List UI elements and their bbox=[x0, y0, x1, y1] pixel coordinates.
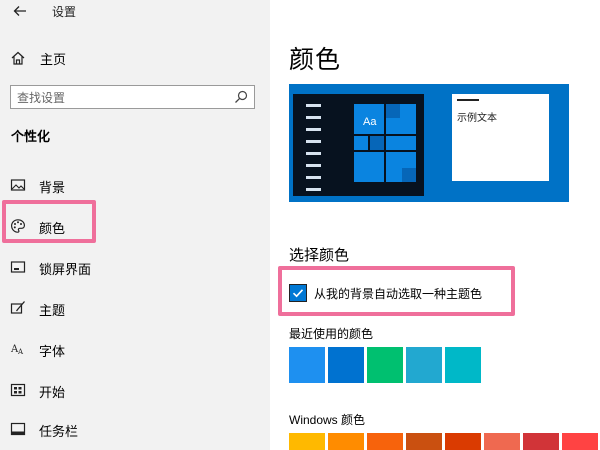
picture-icon bbox=[10, 179, 26, 191]
sidebar-item-label: 任务栏 bbox=[39, 424, 79, 439]
back-arrow-icon[interactable] bbox=[12, 3, 28, 19]
sidebar-item-label: 颜色 bbox=[39, 221, 66, 236]
title-bar: 设置 bbox=[0, 0, 270, 26]
sidebar-item-label: 锁屏界面 bbox=[39, 262, 92, 277]
color-swatch[interactable] bbox=[289, 433, 325, 450]
auto-pick-label: 从我的背景自动选取一种主题色 bbox=[314, 286, 483, 301]
sidebar: 设置 主页 个性化 背景 颜色 bbox=[0, 0, 270, 450]
preview-sample-text: 示例文本 bbox=[457, 113, 497, 124]
preview-start-menu: Aa bbox=[293, 94, 424, 196]
sidebar-item-themes[interactable]: 主题 bbox=[0, 293, 270, 323]
color-swatch[interactable] bbox=[484, 433, 520, 450]
color-swatch[interactable] bbox=[328, 347, 364, 383]
window-title: 设置 bbox=[52, 5, 77, 19]
home-icon bbox=[11, 51, 25, 65]
checkmark-icon bbox=[292, 289, 304, 298]
color-swatch[interactable] bbox=[445, 347, 481, 383]
color-swatch[interactable] bbox=[367, 433, 403, 450]
sidebar-item-start[interactable]: 开始 bbox=[0, 375, 270, 405]
home-nav-item[interactable]: 主页 bbox=[10, 48, 66, 68]
color-swatch[interactable] bbox=[523, 433, 559, 450]
auto-pick-checkbox[interactable] bbox=[289, 284, 307, 302]
choose-color-heading: 选择颜色 bbox=[289, 247, 350, 264]
recent-colors-list bbox=[289, 347, 484, 383]
main-panel: 颜色 Aa 示例文本 选择颜色 从我的背景自动选取一种主题色 最近使用的颜色 W… bbox=[270, 0, 600, 450]
taskbar-icon bbox=[10, 422, 26, 436]
section-title: 个性化 bbox=[11, 129, 51, 144]
search-icon[interactable] bbox=[234, 90, 248, 104]
font-icon: A A bbox=[10, 344, 24, 356]
sidebar-item-label: 开始 bbox=[39, 385, 66, 400]
color-swatch[interactable] bbox=[562, 433, 598, 450]
palette-icon bbox=[10, 219, 26, 233]
sidebar-item-label: 字体 bbox=[39, 344, 66, 359]
start-menu-icon bbox=[10, 383, 26, 397]
sidebar-item-label: 背景 bbox=[39, 180, 66, 195]
sidebar-item-lock-screen[interactable]: 锁屏界面 bbox=[0, 252, 270, 282]
color-swatch[interactable] bbox=[328, 433, 364, 450]
color-swatch[interactable] bbox=[289, 347, 325, 383]
home-label: 主页 bbox=[40, 51, 67, 67]
recent-colors-heading: 最近使用的颜色 bbox=[289, 327, 374, 341]
svg-text:A: A bbox=[17, 348, 24, 356]
sidebar-item-fonts[interactable]: A A 字体 bbox=[0, 334, 270, 364]
color-swatch[interactable] bbox=[445, 433, 481, 450]
sidebar-item-taskbar[interactable]: 任务栏 bbox=[0, 414, 270, 444]
lock-screen-icon bbox=[10, 261, 26, 273]
color-preview: Aa 示例文本 bbox=[289, 84, 569, 202]
search-box[interactable] bbox=[10, 85, 255, 109]
sidebar-item-background[interactable]: 背景 bbox=[0, 170, 270, 200]
color-swatch[interactable] bbox=[406, 347, 442, 383]
search-input[interactable] bbox=[17, 89, 227, 106]
auto-pick-accent-option[interactable]: 从我的背景自动选取一种主题色 bbox=[289, 284, 482, 302]
windows-colors-heading: Windows 颜色 bbox=[289, 413, 366, 427]
preview-window: 示例文本 bbox=[452, 94, 549, 181]
sidebar-item-colors[interactable]: 颜色 bbox=[0, 211, 270, 241]
page-title: 颜色 bbox=[289, 46, 342, 74]
windows-colors-list bbox=[289, 433, 600, 450]
preview-tile-text: Aa bbox=[363, 116, 377, 128]
color-swatch[interactable] bbox=[367, 347, 403, 383]
sidebar-item-label: 主题 bbox=[39, 303, 66, 318]
color-swatch[interactable] bbox=[406, 433, 442, 450]
theme-brush-icon bbox=[10, 301, 25, 314]
